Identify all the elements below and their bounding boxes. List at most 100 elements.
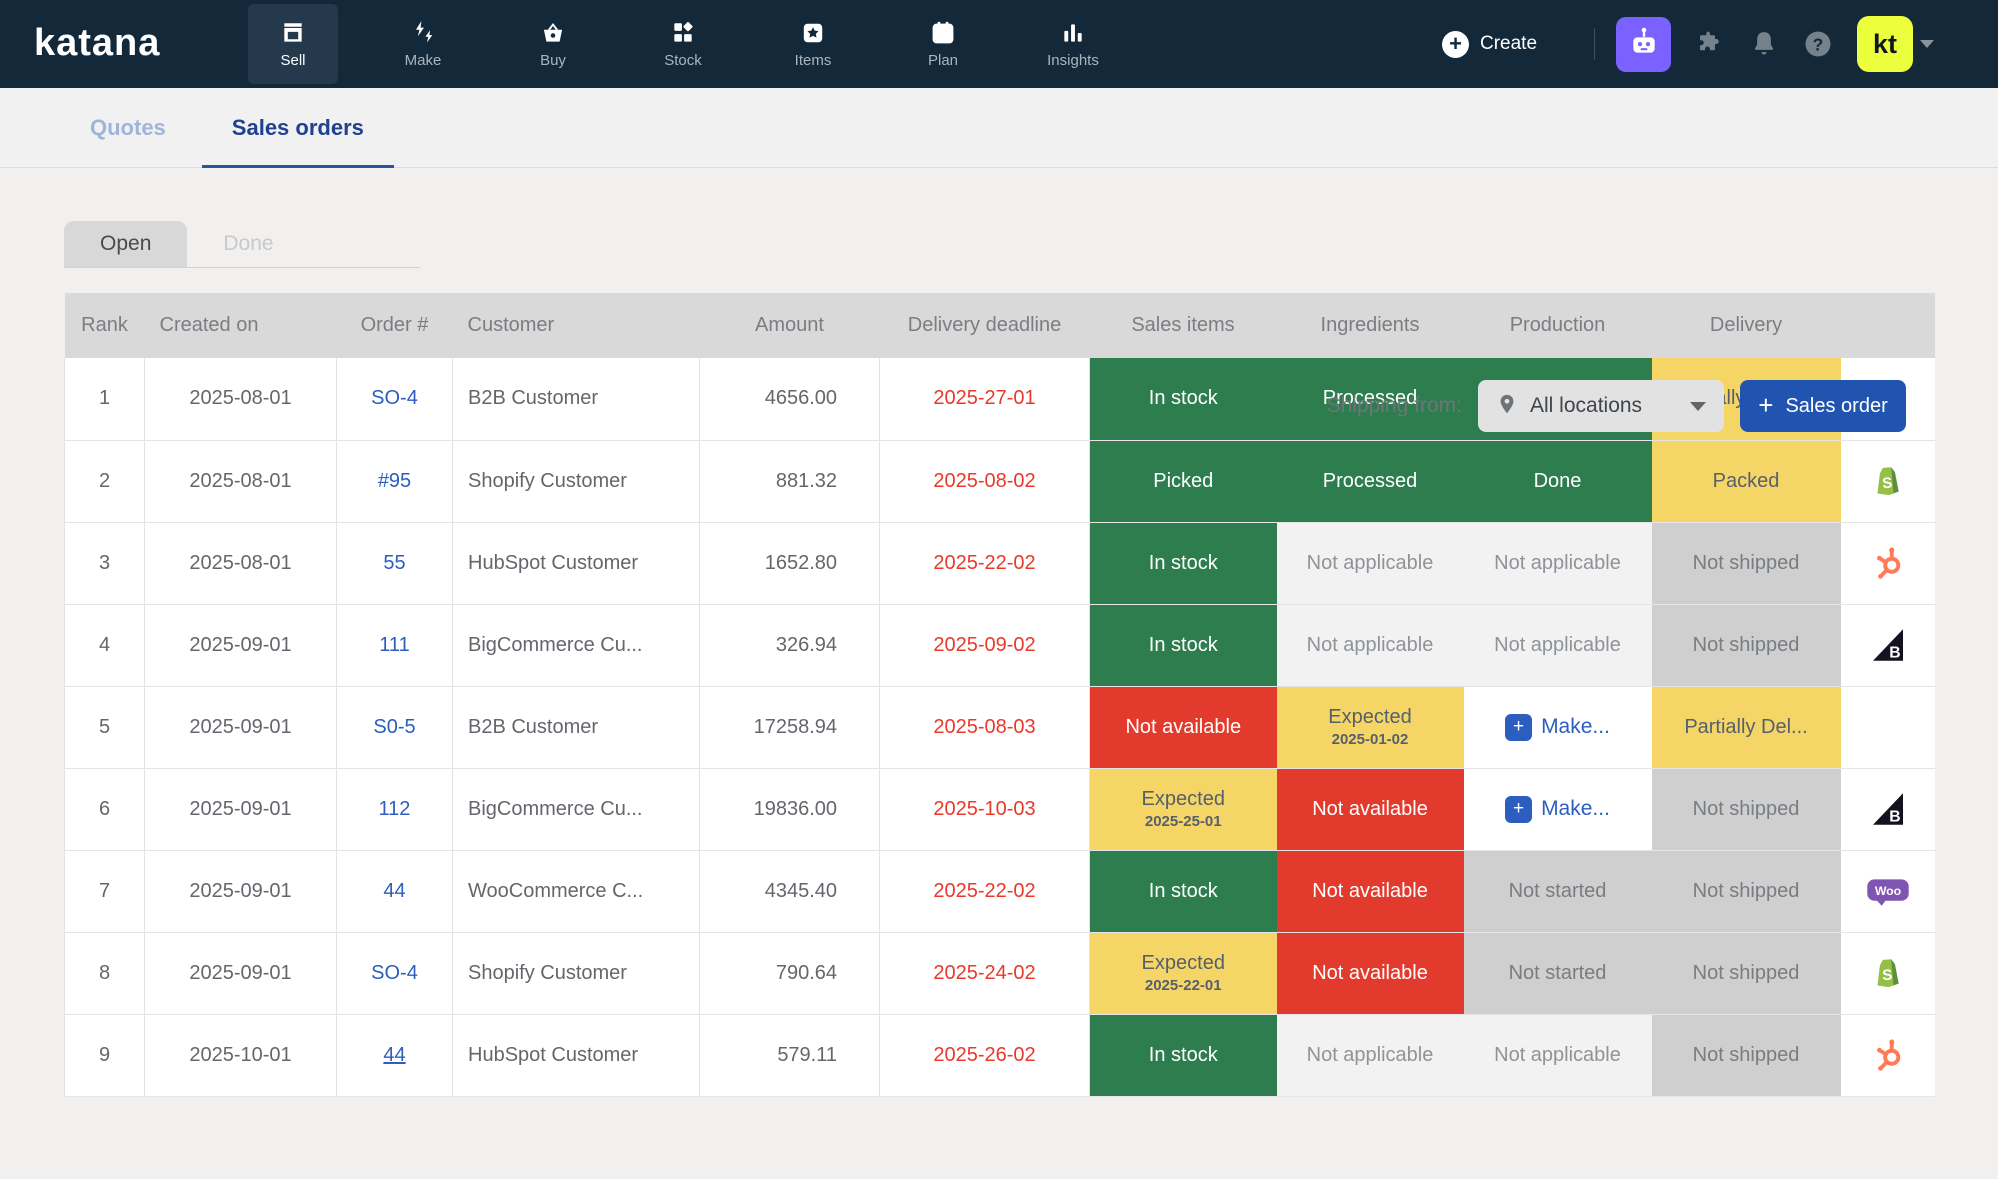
platform-cell: S bbox=[1841, 932, 1935, 1014]
amount-cell: 4656.00 bbox=[700, 358, 880, 440]
production-status[interactable]: +Make... bbox=[1464, 686, 1652, 768]
tab-sales-orders[interactable]: Sales orders bbox=[232, 115, 364, 141]
svg-text:S: S bbox=[1881, 967, 1892, 985]
integrations-button[interactable] bbox=[1695, 29, 1725, 59]
table-row[interactable]: 82025-09-01SO-4Shopify Customer790.64202… bbox=[65, 932, 1935, 1014]
items-star-icon bbox=[800, 20, 826, 46]
primary-nav-tabs: Sell Make Buy Stock Items Plan Insights bbox=[248, 4, 1118, 84]
sales-items-status: In stock bbox=[1090, 850, 1277, 932]
production-status[interactable]: +Make... bbox=[1464, 768, 1652, 850]
status-label: Not started bbox=[1464, 880, 1652, 903]
delivery-status: Not shipped bbox=[1652, 768, 1841, 850]
expected-date: 2025-22-01 bbox=[1090, 977, 1277, 994]
status-label: Not shipped bbox=[1652, 880, 1841, 903]
platform-cell bbox=[1841, 1014, 1935, 1096]
bell-icon bbox=[1749, 46, 1779, 63]
nav-tab-label: Make bbox=[405, 52, 442, 69]
production-status: Not started bbox=[1464, 932, 1652, 1014]
order-link[interactable]: SO-4 bbox=[371, 962, 418, 984]
created-on-cell: 2025-08-01 bbox=[145, 522, 337, 604]
order-link[interactable]: S0-5 bbox=[373, 716, 415, 738]
nav-tab-buy[interactable]: Buy bbox=[508, 4, 598, 84]
ingredients-status: Not applicable bbox=[1277, 1014, 1464, 1096]
done-tab[interactable]: Done bbox=[187, 221, 309, 267]
account-menu[interactable]: kt bbox=[1857, 16, 1934, 72]
nav-tab-items[interactable]: Items bbox=[768, 4, 858, 84]
table-row[interactable]: 42025-09-01111BigCommerce Cu...326.94202… bbox=[65, 604, 1935, 686]
new-sales-order-button[interactable]: + Sales order bbox=[1740, 380, 1906, 432]
table-row[interactable]: 32025-08-0155HubSpot Customer1652.802025… bbox=[65, 522, 1935, 604]
location-value: All locations bbox=[1530, 394, 1678, 418]
table-row[interactable]: 52025-09-01S0-5B2B Customer17258.942025-… bbox=[65, 686, 1935, 768]
rank-cell: 2 bbox=[65, 440, 145, 522]
ingredients-status: Not available bbox=[1277, 850, 1464, 932]
platform-cell bbox=[1841, 522, 1935, 604]
location-dropdown[interactable]: All locations bbox=[1478, 380, 1724, 432]
column-header-order-: Order # bbox=[337, 293, 453, 358]
ingredients-status: Not available bbox=[1277, 768, 1464, 850]
shopify-icon: S bbox=[1870, 469, 1906, 491]
avatar: kt bbox=[1857, 16, 1913, 72]
table-row[interactable]: 62025-09-01112BigCommerce Cu...19836.002… bbox=[65, 768, 1935, 850]
make-button[interactable]: +Make... bbox=[1505, 796, 1610, 823]
amount-cell: 17258.94 bbox=[700, 686, 880, 768]
bigcommerce-icon: B bbox=[1870, 797, 1906, 819]
nav-tab-plan[interactable]: Plan bbox=[898, 4, 988, 84]
rank-cell: 8 bbox=[65, 932, 145, 1014]
status-label: Done bbox=[1464, 470, 1652, 493]
location-pin-icon bbox=[1496, 393, 1518, 420]
order-link[interactable]: SO-4 bbox=[371, 387, 418, 409]
nav-tab-sell[interactable]: Sell bbox=[248, 4, 338, 84]
rank-cell: 9 bbox=[65, 1014, 145, 1096]
notifications-button[interactable] bbox=[1749, 29, 1779, 59]
production-status: Not applicable bbox=[1464, 1014, 1652, 1096]
order-number-cell: 55 bbox=[337, 522, 453, 604]
status-label: Not started bbox=[1464, 962, 1652, 985]
production-status: Not applicable bbox=[1464, 522, 1652, 604]
ai-assistant-button[interactable] bbox=[1616, 17, 1671, 72]
order-link[interactable]: 111 bbox=[379, 634, 409, 656]
customer-cell: BigCommerce Cu... bbox=[453, 768, 700, 850]
status-label: Expected bbox=[1090, 952, 1277, 975]
nav-tab-insights[interactable]: Insights bbox=[1028, 4, 1118, 84]
bolts-icon bbox=[410, 20, 436, 46]
ingredients-status: Not available bbox=[1277, 932, 1464, 1014]
created-on-cell: 2025-08-01 bbox=[145, 440, 337, 522]
plus-circle-icon: + bbox=[1442, 31, 1469, 58]
created-on-cell: 2025-09-01 bbox=[145, 932, 337, 1014]
status-label: Not applicable bbox=[1277, 552, 1464, 575]
amount-cell: 19836.00 bbox=[700, 768, 880, 850]
basket-icon bbox=[540, 20, 566, 46]
rank-cell: 1 bbox=[65, 358, 145, 440]
status-label: Partially Del... bbox=[1652, 716, 1841, 739]
open-tab[interactable]: Open bbox=[64, 221, 187, 267]
tab-quotes[interactable]: Quotes bbox=[90, 115, 166, 141]
status-label: In stock bbox=[1090, 1044, 1277, 1067]
column-header-production: Production bbox=[1464, 293, 1652, 358]
svg-text:?: ? bbox=[1813, 34, 1824, 54]
order-link[interactable]: 44 bbox=[383, 1044, 405, 1066]
make-button[interactable]: +Make... bbox=[1505, 714, 1610, 741]
nav-tab-make[interactable]: Make bbox=[378, 4, 468, 84]
customer-cell: Shopify Customer bbox=[453, 440, 700, 522]
table-row[interactable]: 22025-08-01#95Shopify Customer881.322025… bbox=[65, 440, 1935, 522]
order-link[interactable]: 55 bbox=[383, 552, 405, 574]
order-link[interactable]: 44 bbox=[383, 880, 405, 902]
table-row[interactable]: 72025-09-0144WooCommerce C...4345.402025… bbox=[65, 850, 1935, 932]
order-number-cell: S0-5 bbox=[337, 686, 453, 768]
help-button[interactable]: ? bbox=[1803, 29, 1833, 59]
nav-tab-label: Items bbox=[795, 52, 832, 69]
hubspot-icon bbox=[1870, 551, 1906, 573]
delivery-status: Not shipped bbox=[1652, 1014, 1841, 1096]
nav-tab-stock[interactable]: Stock bbox=[638, 4, 728, 84]
table-row[interactable]: 92025-10-0144HubSpot Customer579.112025-… bbox=[65, 1014, 1935, 1096]
create-button[interactable]: + Create bbox=[1442, 0, 1537, 88]
customer-cell: WooCommerce C... bbox=[453, 850, 700, 932]
created-on-cell: 2025-08-01 bbox=[145, 358, 337, 440]
status-label: Not applicable bbox=[1464, 1044, 1652, 1067]
order-link[interactable]: 112 bbox=[379, 798, 411, 820]
order-link[interactable]: #95 bbox=[378, 470, 411, 492]
status-label: Not shipped bbox=[1652, 552, 1841, 575]
delivery-deadline-cell: 2025-27-01 bbox=[880, 358, 1090, 440]
expected-date: 2025-01-02 bbox=[1277, 731, 1464, 748]
